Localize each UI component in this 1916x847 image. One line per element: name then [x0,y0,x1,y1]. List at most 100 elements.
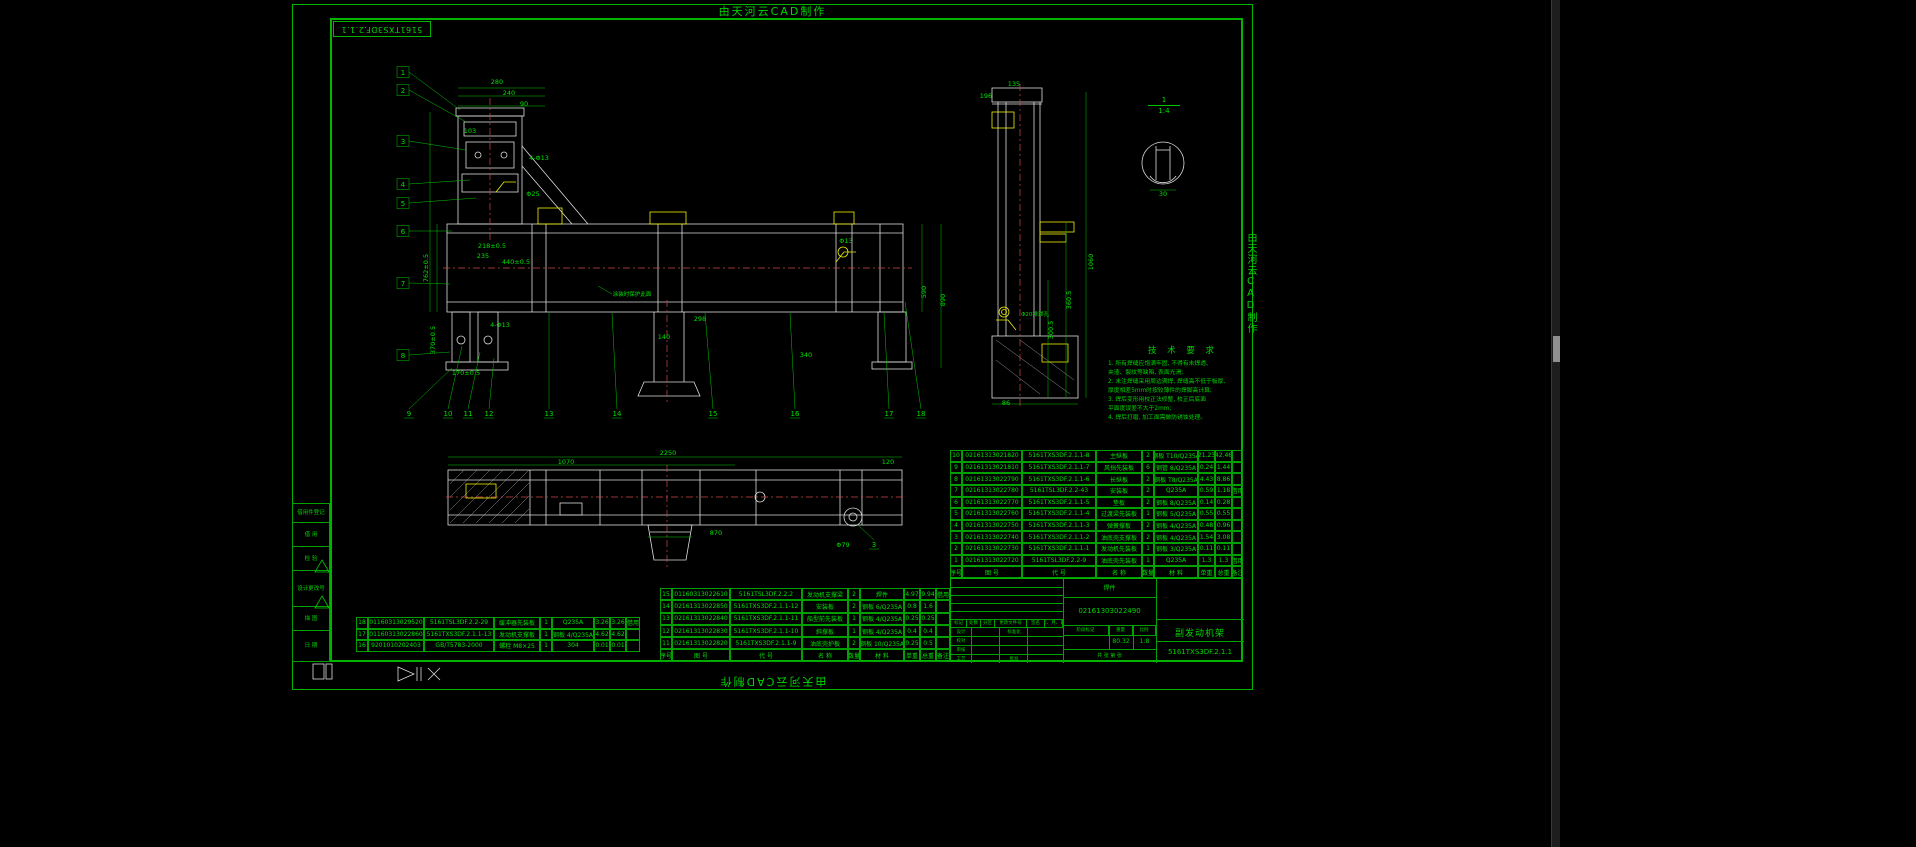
table-cell: 16 [356,640,368,652]
bom-table-right: 10 02161313021820 5161TXS3DF.2.1.1-8 主纵板 2 钢板… [950,450,1243,578]
table-cell [936,637,950,650]
table-cell: 0.5 [920,637,936,650]
table-cell: 发动机先装板 [1096,543,1142,555]
table-row: 8 02161313022790 5161TXS3DF.2.1.1-6 长纵板 2 钢板 … [950,473,1243,485]
table-cell: 01160313022860 [368,628,424,641]
table-cell: 8 [950,473,962,485]
title-block-label: 处数 [967,619,981,627]
table-cell: 图 号 [672,649,730,662]
table-row: 序号图 号代 号名 称数量材 料单重 总重 备注 [660,649,950,662]
table-cell [936,624,950,638]
table-cell [626,640,640,652]
revision-triangle [314,595,330,609]
table-cell: 长纵板 [1096,473,1142,485]
table-cell: 单重 [1198,566,1215,578]
table-cell: 借用 [936,588,950,601]
table-cell: 借用 [1232,554,1243,567]
table-cell: 0.25 [904,612,920,625]
technical-requirement-line: 夹渣、裂纹等缺陷, 表面光滑; [1108,370,1184,376]
table-cell: 1 [1142,543,1154,555]
table-cell: 13 [660,612,672,625]
table-cell: 1 [540,628,552,641]
table-row: 12 02161313022830 5161TXS3DF.2.1.1-10 斜撑板 1 钢… [660,624,950,638]
table-cell: 5161TXS3DF.2.1.1-11 [730,612,802,625]
dimension-label: 235 [477,252,489,260]
technical-requirement-line: 平面度误差不大于2mm; [1108,406,1172,412]
table-cell [1232,496,1243,509]
dimension-label: 360.5 [1065,291,1073,310]
dimension-label: 340 [800,351,812,359]
table-row: 14 02161313022850 5161TXS3DF.2.1.1-12 安装板 2 钢… [660,600,950,613]
table-cell: Q235A [552,617,594,629]
table-cell [936,600,950,613]
table-cell: 1 [950,554,962,567]
table-row: 10 02161313021820 5161TXS3DF.2.1.1-8 主纵板 2 钢板… [950,450,1243,462]
table-cell: 钢板 8/Q235A [1154,496,1198,509]
projection-symbol-icon [397,666,415,682]
part-callouts: 123456789 10 11 12 13 14 15 16 17 183 [396,66,926,550]
scrollbar-thumb[interactable] [1553,336,1560,362]
callout-leader [408,197,477,204]
table-cell: 代 号 [730,649,802,662]
dimension-label: Φ25 [526,190,539,198]
table-cell: 焊件 [860,588,904,601]
dimension-label: 120 [882,458,894,466]
title-block-label: 重量 [1109,625,1133,635]
table-cell: 0.8 [904,600,920,613]
table-cell: 14 [660,600,672,613]
table-cell: 1 [848,624,860,638]
detail-number: 1 [1148,96,1180,106]
dimension-label: Φ79 [836,541,849,549]
callout-leader [704,312,714,410]
technical-requirements-body: 1. 所有焊缝应饱满牢固, 不得有未焊透、 夹渣、裂纹等缺陷, 表面光滑; 2. … [1108,360,1258,423]
table-cell: 缓冲器先装板 [494,617,540,629]
vertical-scrollbar[interactable] [1551,0,1560,847]
table-cell: 02161313022760 [962,508,1022,520]
dimension-label: 196 [980,92,992,100]
table-cell: 名 称 [1096,566,1142,578]
table-cell: 5 [950,508,962,520]
table-cell: 名 称 [802,649,848,662]
sheet-count: 共 张 第 张 [1097,653,1122,659]
table-cell: 钢板 T8/Q235A [1154,473,1198,485]
table-cell: 4 [950,519,962,532]
title-block: 标记处数分区更改文件号签名年、月、日 设计校对审核工艺 焊件 021613030… [950,578,1244,663]
table-cell: 5161TXS3DF.2.1.1-1 [1022,543,1096,555]
table-cell: 4.97 [904,588,920,601]
table-row: 4 02161313022750 5161TXS3DF.2.1.1-3 弹簧撑板 2 钢板… [950,519,1243,532]
table-cell: 02161313021810 [962,461,1022,474]
detail-scale: 1:4 [1158,107,1170,115]
table-cell: 钢板 6/Q235A [860,600,904,613]
table-cell: 备注 [1232,566,1243,578]
dimension-label: 103 [464,127,476,135]
dimension-label: 218±0.5 [478,242,506,250]
table-cell: 02161313021820 [962,450,1022,462]
title-block-label: 审核 [956,647,966,653]
table-cell: 1.3 [1215,554,1232,567]
table-cell: 02161313022730 [962,543,1022,555]
cad-viewport[interactable]: { "watermarks": { "top": "由天河云CAD制作", "b… [0,0,1916,847]
table-cell: 5161TSL3DF.2.2-29 [424,617,494,629]
callout-number: 6 [401,228,406,236]
table-cell: 钢板 3/Q235A [1154,543,1198,555]
table-cell: 1 [1142,508,1154,520]
dimension-label: 280 [491,78,503,86]
table-cell: 17 [356,628,368,641]
table-cell: 0.01 [610,640,626,652]
table-cell: 5161TXS3DF.2.1.1-3 [1022,519,1096,532]
table-row: 15 01160313022610 5161TSL3DF.2.2.2 发动机支撑梁 2 焊… [660,588,950,601]
dimension-label: 90 [520,100,528,108]
callout-number: 5 [401,200,405,208]
table-cell: 01160313029520 [368,617,424,629]
table-cell [1232,508,1243,520]
table-cell: 油底壳先装板 [1096,554,1142,567]
table-cell: 6 [950,496,962,509]
table-row: 7 02161313022780 5161TSL3DF.2.2-43 安装板 2 Q235… [950,484,1243,497]
table-cell: 02161313022840 [672,612,730,625]
signature-labels: 设计 校对 审核 工艺 [951,627,971,663]
table-cell: 安装板 [1096,484,1142,497]
table-cell: 1 [540,640,552,652]
table-cell: 5161TXS3DF.2.1.1-5 [1022,496,1096,509]
table-cell: 1.54 [1198,531,1215,543]
part-code: 5161TXS3DF.2.1.1 [1167,648,1233,656]
